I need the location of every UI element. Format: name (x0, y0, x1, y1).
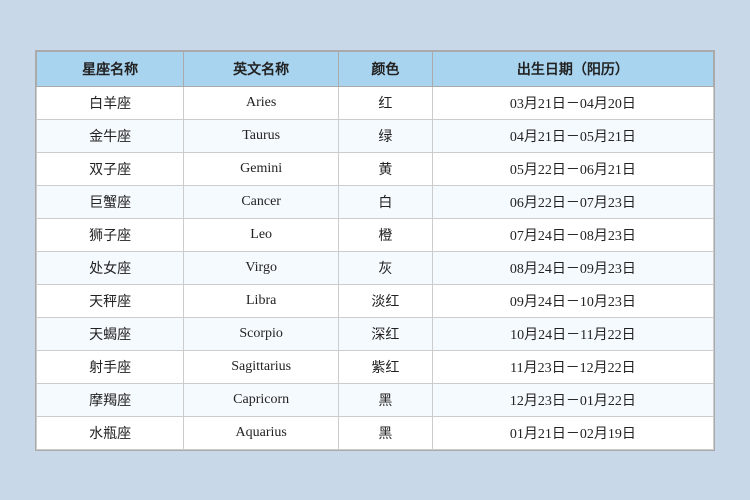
cell-color: 白 (339, 185, 433, 218)
cell-date: 09月24日－10月23日 (432, 284, 713, 317)
cell-chinese: 金牛座 (37, 119, 184, 152)
cell-date: 01月21日－02月19日 (432, 416, 713, 449)
table-header-row: 星座名称 英文名称 颜色 出生日期（阳历） (37, 51, 714, 86)
cell-english: Virgo (184, 251, 339, 284)
zodiac-table-container: 星座名称 英文名称 颜色 出生日期（阳历） 白羊座Aries红03月21日－04… (35, 50, 715, 451)
cell-english: Taurus (184, 119, 339, 152)
header-english-name: 英文名称 (184, 51, 339, 86)
table-row: 金牛座Taurus绿04月21日－05月21日 (37, 119, 714, 152)
header-color: 颜色 (339, 51, 433, 86)
header-date: 出生日期（阳历） (432, 51, 713, 86)
table-row: 摩羯座Capricorn黑12月23日－01月22日 (37, 383, 714, 416)
cell-english: Aries (184, 86, 339, 119)
table-row: 白羊座Aries红03月21日－04月20日 (37, 86, 714, 119)
cell-english: Scorpio (184, 317, 339, 350)
zodiac-table: 星座名称 英文名称 颜色 出生日期（阳历） 白羊座Aries红03月21日－04… (36, 51, 714, 450)
table-row: 处女座Virgo灰08月24日－09月23日 (37, 251, 714, 284)
cell-date: 10月24日－11月22日 (432, 317, 713, 350)
cell-color: 淡红 (339, 284, 433, 317)
cell-english: Aquarius (184, 416, 339, 449)
cell-english: Cancer (184, 185, 339, 218)
cell-chinese: 水瓶座 (37, 416, 184, 449)
cell-english: Sagittarius (184, 350, 339, 383)
cell-color: 绿 (339, 119, 433, 152)
cell-color: 紫红 (339, 350, 433, 383)
cell-color: 橙 (339, 218, 433, 251)
table-row: 射手座Sagittarius紫红11月23日－12月22日 (37, 350, 714, 383)
cell-chinese: 狮子座 (37, 218, 184, 251)
cell-chinese: 白羊座 (37, 86, 184, 119)
cell-color: 灰 (339, 251, 433, 284)
table-row: 天蝎座Scorpio深红10月24日－11月22日 (37, 317, 714, 350)
cell-date: 04月21日－05月21日 (432, 119, 713, 152)
cell-chinese: 射手座 (37, 350, 184, 383)
cell-date: 06月22日－07月23日 (432, 185, 713, 218)
cell-color: 红 (339, 86, 433, 119)
cell-color: 深红 (339, 317, 433, 350)
cell-date: 03月21日－04月20日 (432, 86, 713, 119)
cell-english: Leo (184, 218, 339, 251)
table-row: 巨蟹座Cancer白06月22日－07月23日 (37, 185, 714, 218)
header-chinese-name: 星座名称 (37, 51, 184, 86)
cell-chinese: 处女座 (37, 251, 184, 284)
cell-chinese: 巨蟹座 (37, 185, 184, 218)
cell-chinese: 天蝎座 (37, 317, 184, 350)
cell-color: 黄 (339, 152, 433, 185)
table-row: 天秤座Libra淡红09月24日－10月23日 (37, 284, 714, 317)
cell-chinese: 天秤座 (37, 284, 184, 317)
cell-color: 黑 (339, 416, 433, 449)
cell-chinese: 双子座 (37, 152, 184, 185)
cell-date: 07月24日－08月23日 (432, 218, 713, 251)
cell-chinese: 摩羯座 (37, 383, 184, 416)
cell-date: 05月22日－06月21日 (432, 152, 713, 185)
cell-date: 11月23日－12月22日 (432, 350, 713, 383)
table-body: 白羊座Aries红03月21日－04月20日金牛座Taurus绿04月21日－0… (37, 86, 714, 449)
cell-color: 黑 (339, 383, 433, 416)
cell-date: 08月24日－09月23日 (432, 251, 713, 284)
table-row: 双子座Gemini黄05月22日－06月21日 (37, 152, 714, 185)
cell-english: Gemini (184, 152, 339, 185)
table-row: 狮子座Leo橙07月24日－08月23日 (37, 218, 714, 251)
table-row: 水瓶座Aquarius黑01月21日－02月19日 (37, 416, 714, 449)
cell-date: 12月23日－01月22日 (432, 383, 713, 416)
cell-english: Capricorn (184, 383, 339, 416)
cell-english: Libra (184, 284, 339, 317)
